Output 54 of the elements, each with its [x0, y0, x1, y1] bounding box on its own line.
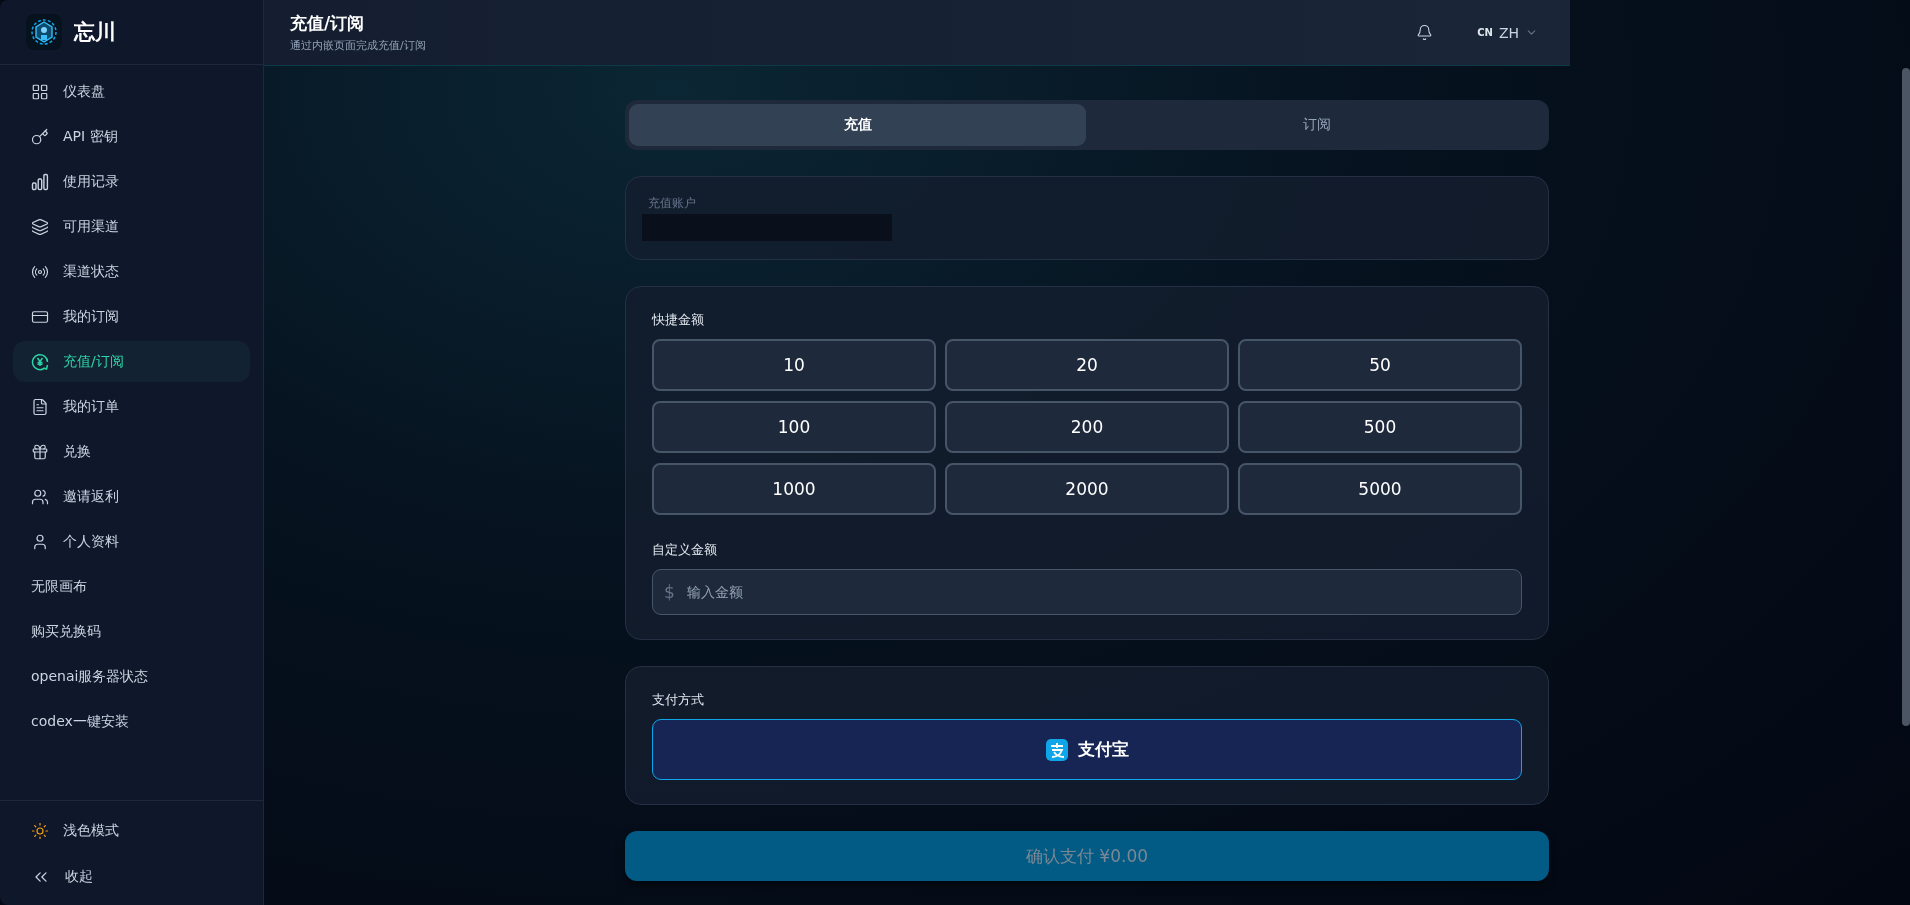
users-icon	[31, 487, 49, 506]
nav-item[interactable]: 可用渠道	[13, 206, 250, 247]
user-icon	[31, 532, 49, 551]
sun-icon	[31, 822, 49, 840]
account-label: 充值账户	[647, 195, 697, 212]
nav-item[interactable]: 兑换	[13, 431, 250, 472]
key-icon	[31, 127, 49, 146]
nav-item[interactable]: 我的订阅	[13, 296, 250, 337]
amount-button[interactable]: 10	[652, 339, 936, 391]
nav-link[interactable]: openai服务器状态	[13, 656, 250, 697]
amount-button[interactable]: 50	[1238, 339, 1522, 391]
section-label: 支付方式	[652, 691, 705, 709]
gift-icon	[31, 442, 49, 461]
collapse-button[interactable]: 收起	[13, 857, 250, 897]
grid-icon	[31, 82, 49, 101]
amount-button[interactable]: 500	[1238, 401, 1522, 453]
language-selector[interactable]: CN ZH	[1471, 23, 1544, 42]
nav-item[interactable]: 个人资料	[13, 521, 250, 562]
tab[interactable]: 充值	[629, 104, 1086, 146]
nav-link[interactable]: 购买兑换码	[13, 611, 250, 652]
theme-toggle[interactable]: 浅色模式	[13, 811, 250, 851]
amount-button[interactable]: 20	[945, 339, 1229, 391]
nav-item[interactable]: API 密钥	[13, 116, 250, 157]
nav-item[interactable]: 渠道状态	[13, 251, 250, 292]
logo-icon	[26, 14, 62, 50]
nav-item[interactable]: 使用记录	[13, 161, 250, 202]
language-code: ZH	[1498, 24, 1519, 41]
currency-prefix: $	[664, 582, 675, 602]
nav-item[interactable]: 充值/订阅	[13, 341, 250, 382]
nav-item[interactable]: 邀请返利	[13, 476, 250, 517]
page-title: 充值/订阅	[290, 12, 366, 35]
nav-link[interactable]: 无限画布	[13, 566, 250, 607]
section-label: 自定义金额	[652, 541, 718, 559]
alipay-icon	[1045, 738, 1068, 761]
region-code: CN	[1477, 27, 1493, 38]
document-icon	[31, 397, 49, 416]
section-label: 快捷金额	[652, 311, 705, 329]
amount-button[interactable]: 2000	[945, 463, 1229, 515]
payment-method-button[interactable]: 支付宝	[652, 719, 1522, 780]
yen-coin-icon	[31, 352, 49, 371]
scrollbar[interactable]	[1902, 68, 1910, 726]
amount-button[interactable]: 1000	[652, 463, 936, 515]
page-subtitle: 通过内嵌页面完成充值/订阅	[290, 38, 427, 53]
nav-item[interactable]: 我的订单	[13, 386, 250, 427]
nav-item[interactable]: 仪表盘	[13, 71, 250, 112]
layers-icon	[31, 217, 49, 236]
amount-button[interactable]: 200	[945, 401, 1229, 453]
brand-name: 忘川	[74, 19, 116, 46]
notification-bell-icon[interactable]	[1416, 24, 1434, 41]
bar-chart-icon	[31, 172, 49, 191]
amount-button[interactable]: 5000	[1238, 463, 1522, 515]
tab[interactable]: 订阅	[1088, 104, 1545, 146]
nav-link[interactable]: codex一键安装	[13, 701, 250, 742]
amount-button[interactable]: 100	[652, 401, 936, 453]
